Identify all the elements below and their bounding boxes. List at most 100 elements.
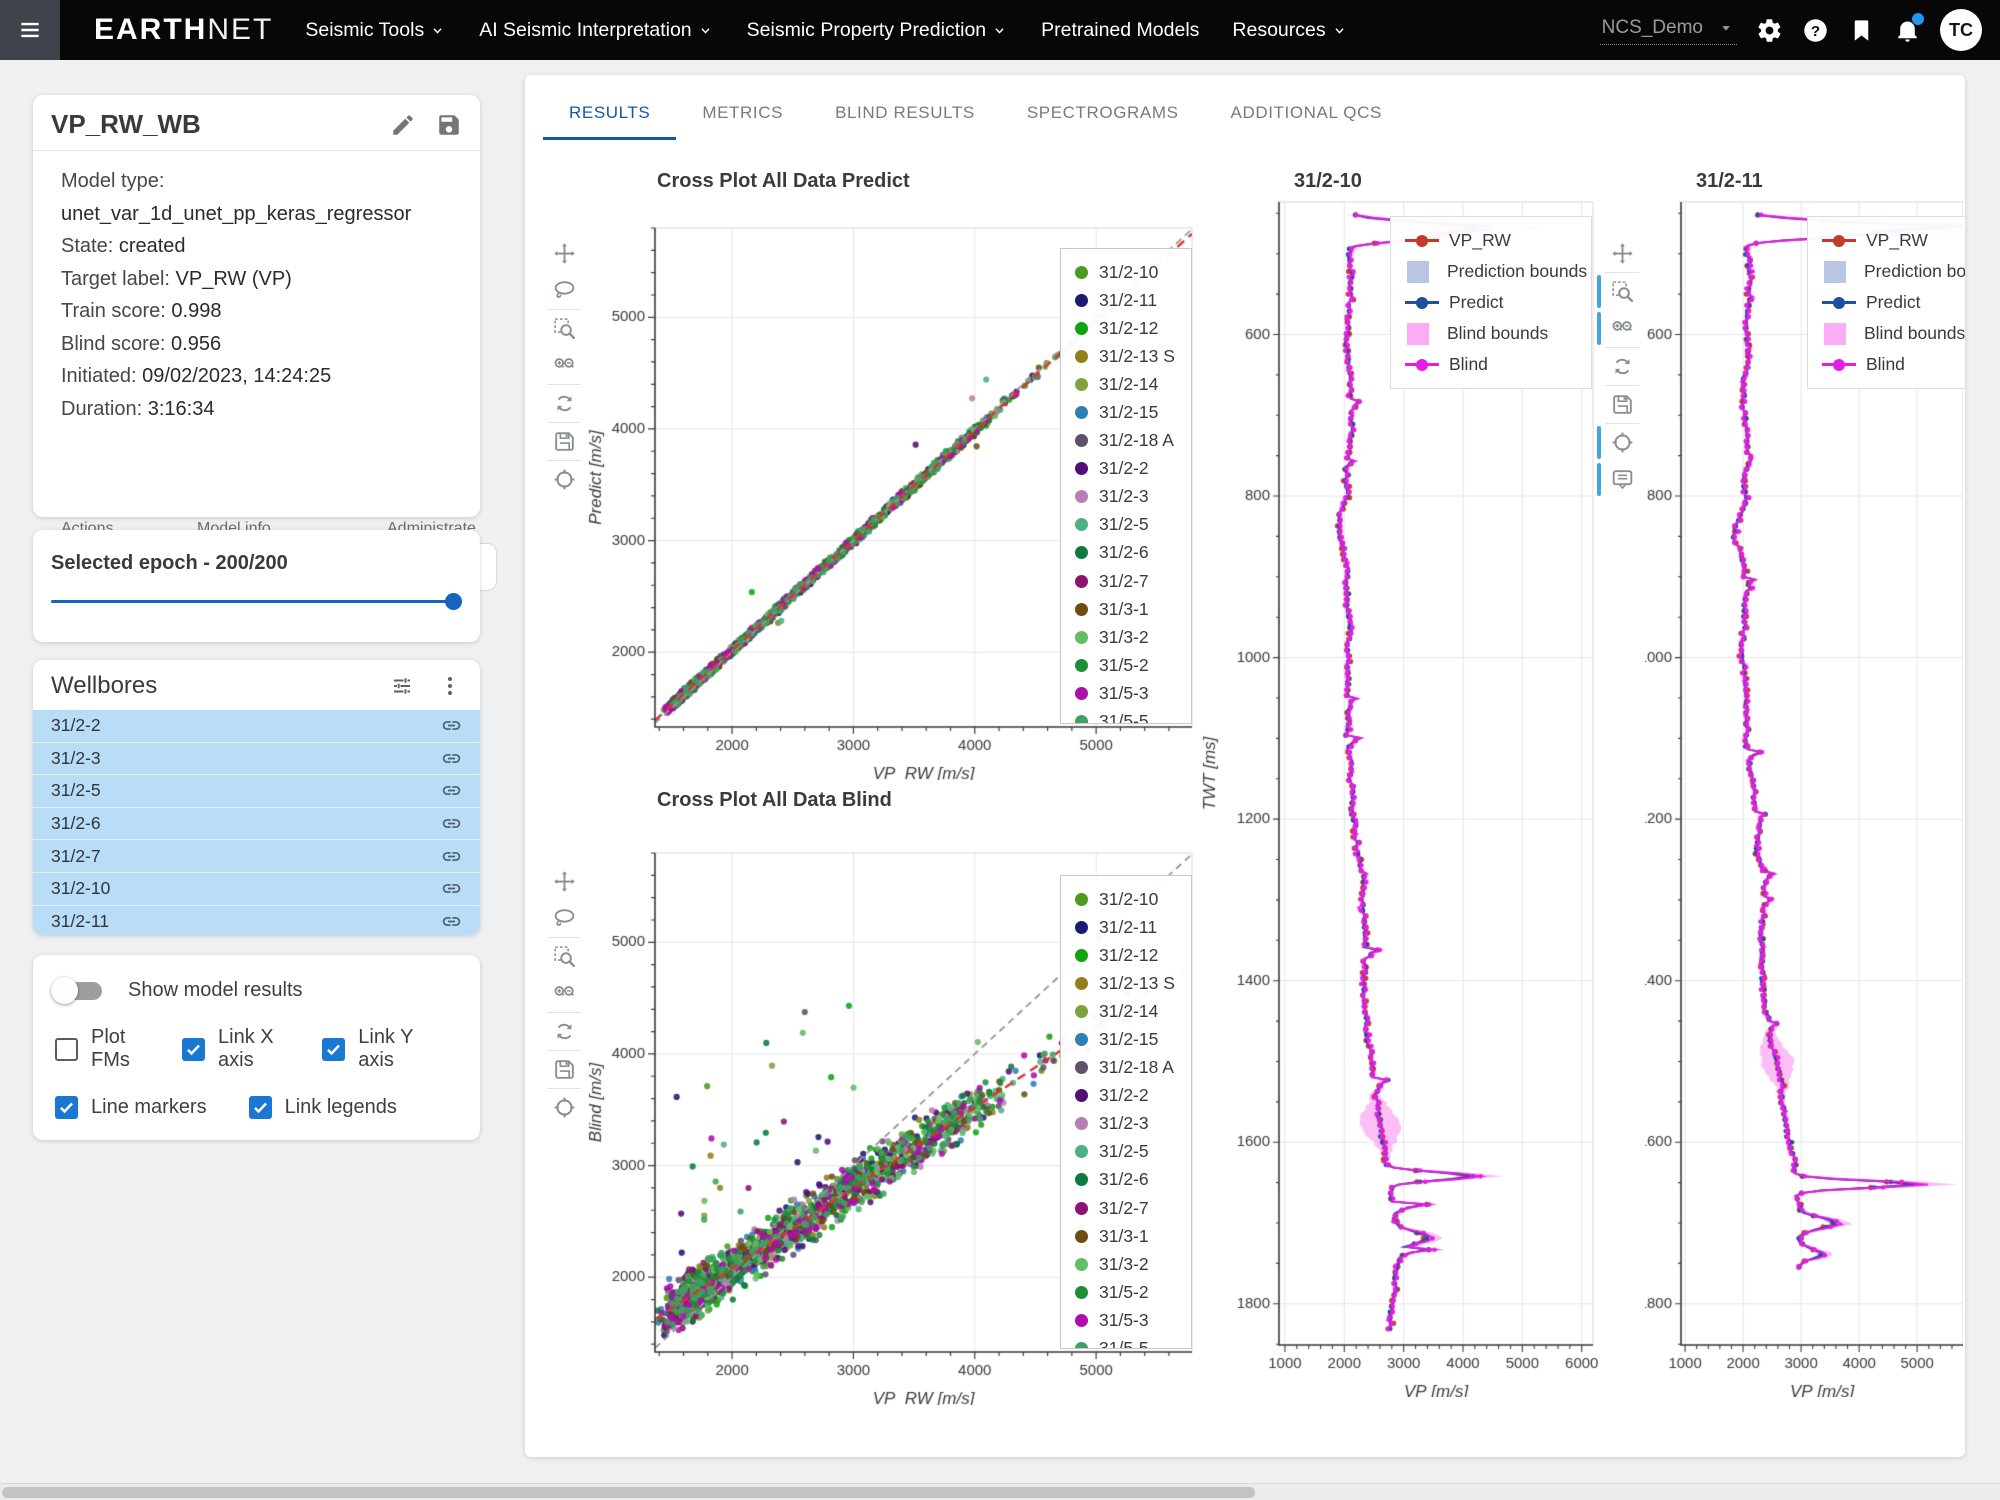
zoom-in-out-icon[interactable]	[552, 353, 577, 378]
nav-item-seismic-tools[interactable]: Seismic Tools	[305, 19, 446, 42]
workspace-select[interactable]: NCS_Demo	[1599, 15, 1737, 45]
legend-item[interactable]: 31/5-2	[1075, 651, 1177, 679]
legend-item[interactable]: Prediction bounds	[1405, 256, 1587, 287]
wellbore-row[interactable]: 31/2-5	[33, 775, 480, 808]
legend-item[interactable]: 31/2-15	[1075, 398, 1177, 426]
legend-item[interactable]: 31/3-2	[1075, 1250, 1177, 1278]
legend-item[interactable]: 31/2-6	[1075, 1166, 1177, 1194]
link-icon[interactable]	[441, 911, 462, 932]
wellbore-row[interactable]: 31/2-11	[33, 905, 480, 935]
legend-item[interactable]: 31/2-11	[1075, 913, 1177, 941]
legend-item[interactable]: Predict	[1405, 287, 1577, 318]
save-plot-icon[interactable]	[1610, 392, 1635, 417]
legend-item[interactable]: 31/2-3	[1075, 1110, 1177, 1138]
legend-item[interactable]: 31/3-1	[1075, 1222, 1177, 1250]
tab-metrics[interactable]: METRICS	[676, 93, 809, 140]
legend-item[interactable]: Predict	[1822, 287, 1965, 318]
settings-button[interactable]	[1756, 17, 1783, 44]
wellbore-row[interactable]: 31/2-2	[33, 710, 480, 743]
nav-item-seismic-property-prediction[interactable]: Seismic Property Prediction	[747, 19, 1009, 42]
legend-item[interactable]: 31/5-3	[1075, 1306, 1177, 1334]
epoch-slider[interactable]	[51, 592, 462, 612]
link-icon[interactable]	[441, 846, 462, 867]
zoom-box-icon[interactable]	[552, 944, 577, 969]
well-plot-2-legend[interactable]: VP_RW Prediction bounds Predict Blind bound…	[1807, 216, 1965, 389]
save-plot-icon[interactable]	[552, 1057, 577, 1082]
nav-item-ai-seismic-interpretation[interactable]: AI Seismic Interpretation	[479, 19, 713, 42]
legend-item[interactable]: VP_RW	[1822, 225, 1965, 256]
link-icon[interactable]	[441, 715, 462, 736]
checkbox-checked-icon[interactable]	[322, 1037, 346, 1061]
legend-item[interactable]: 31/2-5	[1075, 1138, 1177, 1166]
legend-item[interactable]: 31/5-2	[1075, 1278, 1177, 1306]
legend-item[interactable]: 31/2-11	[1075, 286, 1177, 314]
legend-item[interactable]: 31/2-13 S	[1075, 342, 1177, 370]
help-button[interactable]: ?	[1802, 17, 1829, 44]
tab-spectrograms[interactable]: SPECTROGRAMS	[1001, 93, 1205, 140]
zoom-in-out-icon[interactable]	[552, 981, 577, 1006]
save-plot-icon[interactable]	[552, 429, 577, 454]
legend-item[interactable]: 31/2-15	[1075, 1025, 1177, 1053]
epoch-slider-knob[interactable]	[445, 593, 462, 610]
lasso-icon[interactable]	[552, 906, 577, 931]
tab-additional-qcs[interactable]: ADDITIONAL QCS	[1205, 93, 1408, 140]
legend-item[interactable]: 31/2-10	[1075, 885, 1177, 913]
legend-item[interactable]: VP_RW	[1405, 225, 1577, 256]
legend-item[interactable]: 31/5-3	[1075, 679, 1177, 707]
comment-icon[interactable]	[1610, 467, 1635, 492]
legend-item[interactable]: 31/2-7	[1075, 567, 1177, 595]
legend-item[interactable]: Blind	[1405, 349, 1577, 380]
checkbox-checked-icon[interactable]	[248, 1096, 272, 1119]
nav-item-pretrained-models[interactable]: Pretrained Models	[1041, 19, 1199, 42]
pan-icon[interactable]	[1610, 241, 1635, 266]
legend-item[interactable]: 31/2-14	[1075, 997, 1177, 1025]
legend-item[interactable]: 31/2-6	[1075, 539, 1177, 567]
wellbore-row[interactable]: 31/2-10	[33, 872, 480, 906]
tab-blind-results[interactable]: BLIND RESULTS	[809, 93, 1001, 140]
nav-item-resources[interactable]: Resources	[1232, 19, 1347, 42]
edit-icon[interactable]	[390, 112, 416, 138]
pan-icon[interactable]	[552, 869, 577, 894]
wellbore-row[interactable]: 31/2-7	[33, 840, 480, 873]
epoch-slider-track[interactable]	[51, 600, 460, 603]
link-icon[interactable]	[441, 780, 462, 801]
legend-item[interactable]: 31/2-2	[1075, 455, 1177, 483]
tune-icon[interactable]	[390, 674, 414, 698]
hamburger-menu-button[interactable]	[0, 0, 60, 60]
legend-item[interactable]: 31/3-2	[1075, 623, 1177, 651]
link-icon[interactable]	[441, 813, 462, 834]
zoom-in-out-icon[interactable]	[1610, 316, 1635, 341]
well-plot-1-legend[interactable]: VP_RW Prediction bounds Predict Blind bound…	[1390, 216, 1592, 389]
legend-item[interactable]: Blind bounds	[1405, 318, 1577, 349]
legend-item[interactable]: 31/2-12	[1075, 941, 1177, 969]
legend-item[interactable]: 31/5-5	[1075, 1335, 1177, 1348]
checkbox-link-y-axis[interactable]: Link Y axis	[322, 1026, 420, 1072]
crosshair-icon[interactable]	[552, 467, 577, 492]
zoom-box-icon[interactable]	[1610, 279, 1635, 304]
refresh-icon[interactable]	[1610, 354, 1635, 379]
lasso-icon[interactable]	[552, 278, 577, 303]
legend-item[interactable]: 31/2-18 A	[1075, 427, 1177, 455]
show-model-results-toggle[interactable]: Show model results	[33, 955, 480, 1004]
toggle-track[interactable]	[51, 976, 102, 1004]
notifications-button[interactable]	[1894, 12, 1924, 44]
legend-item[interactable]: 31/2-12	[1075, 314, 1177, 342]
crosshair-icon[interactable]	[552, 1095, 577, 1120]
toggle-knob[interactable]	[51, 976, 78, 1004]
legend-item[interactable]: Blind bounds	[1822, 318, 1965, 349]
link-icon[interactable]	[441, 878, 462, 899]
zoom-box-icon[interactable]	[552, 316, 577, 341]
legend-item[interactable]: 31/2-3	[1075, 483, 1177, 511]
checkbox-checked-icon[interactable]	[182, 1037, 206, 1061]
checkbox-link-x-axis[interactable]: Link X axis	[182, 1026, 280, 1072]
legend-item[interactable]: 31/2-10	[1075, 258, 1177, 286]
checkbox-unchecked-icon[interactable]	[55, 1037, 78, 1061]
checkbox-plot-fms[interactable]: Plot FMs	[55, 1026, 140, 1072]
cross-plot-blind-legend[interactable]: 31/2-10 31/2-11 31/2-12 31/2-13 S 31/2-14 31/…	[1060, 875, 1192, 1349]
refresh-icon[interactable]	[552, 391, 577, 416]
legend-item[interactable]: Blind	[1822, 349, 1965, 380]
tab-results[interactable]: RESULTS	[543, 93, 677, 140]
avatar[interactable]: TC	[1940, 9, 1982, 51]
save-icon[interactable]	[436, 112, 462, 138]
horizontal-scrollbar-thumb[interactable]	[2, 1487, 1255, 1498]
